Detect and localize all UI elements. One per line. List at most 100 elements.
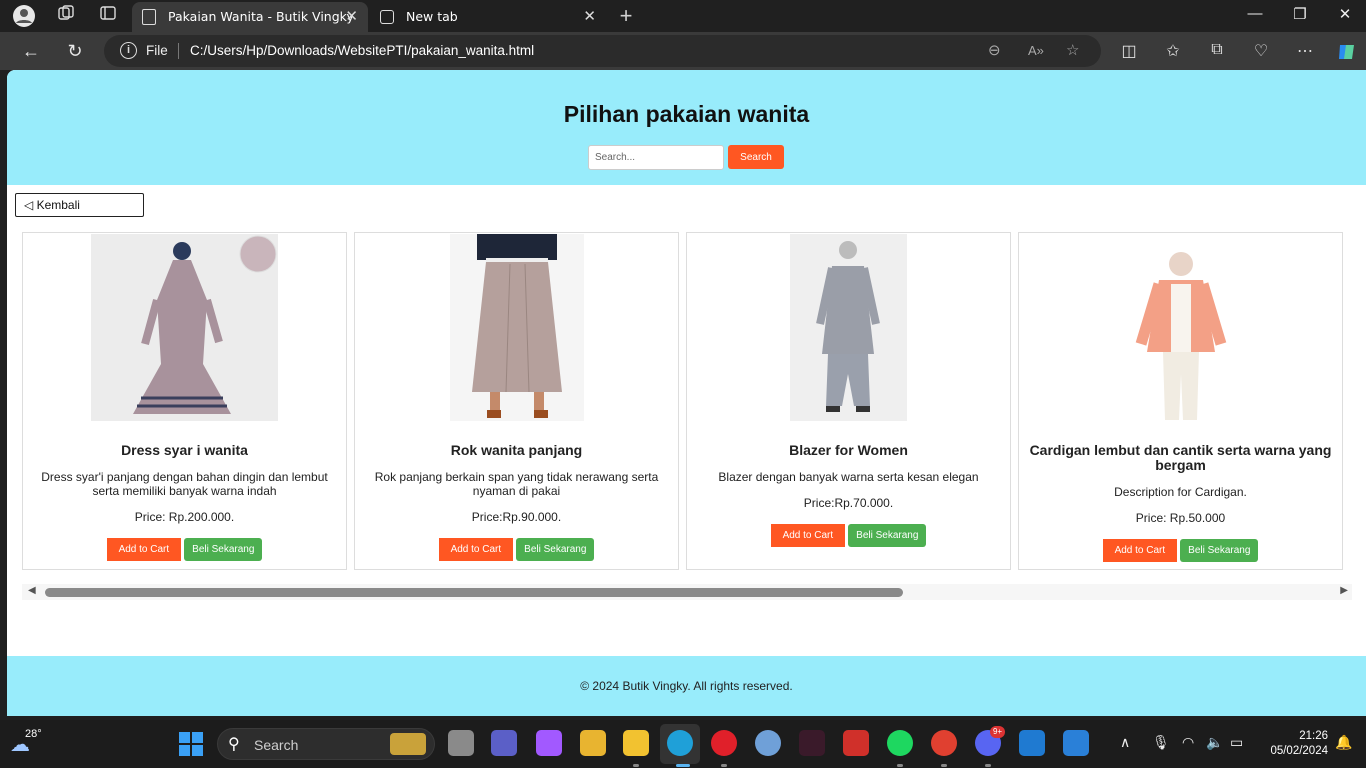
chevron-up-icon[interactable]: ∧ bbox=[1120, 734, 1130, 751]
performance-icon[interactable]: ♡ bbox=[1250, 41, 1272, 61]
product-name: Blazer for Women bbox=[789, 442, 908, 458]
refresh-icon[interactable]: ↻ bbox=[63, 39, 87, 63]
page-viewport: Pilihan pakaian wanita Search ◁ Kembali bbox=[7, 70, 1366, 716]
product-actions: Add to Cart Beli Sekarang bbox=[1019, 539, 1342, 562]
file-explorer-icon[interactable] bbox=[623, 730, 649, 756]
profile-icon[interactable] bbox=[12, 4, 36, 28]
product-description: Description for Cardigan. bbox=[1114, 485, 1247, 499]
buy-now-button[interactable]: Beli Sekarang bbox=[516, 538, 595, 561]
collections-icon[interactable]: ⧉ bbox=[1206, 41, 1228, 59]
favorites-icon[interactable]: ✩ bbox=[1162, 41, 1184, 61]
product-price: Price:Rp.70.000. bbox=[803, 496, 894, 510]
more-menu-icon[interactable]: ⋯ bbox=[1294, 41, 1316, 61]
tab-title: Pakaian Wanita - Butik Vingky bbox=[168, 9, 354, 24]
product-price: Price:Rp.90.000. bbox=[471, 510, 562, 524]
copilot-icon[interactable] bbox=[1336, 41, 1358, 68]
product-card: Dress syar i wanita Dress syar'i panjang… bbox=[22, 232, 347, 570]
page-title: Pilihan pakaian wanita bbox=[563, 101, 810, 127]
add-to-cart-button[interactable]: Add to Cart bbox=[438, 538, 514, 561]
product-list: Dress syar i wanita Dress syar'i panjang… bbox=[22, 232, 1352, 572]
divider bbox=[178, 43, 179, 59]
back-button[interactable]: ◁ Kembali bbox=[15, 193, 144, 217]
horizontal-scrollbar[interactable]: ◀ ▶ bbox=[22, 584, 1352, 600]
running-indicator bbox=[721, 764, 727, 767]
tab-pakaian-wanita[interactable]: Pakaian Wanita - Butik Vingky ✕ bbox=[132, 2, 368, 32]
restore-icon[interactable]: ❐ bbox=[1290, 5, 1310, 23]
page-header: Pilihan pakaian wanita Search bbox=[7, 70, 1366, 185]
favorite-star-icon[interactable]: ☆ bbox=[1066, 41, 1079, 59]
workspaces-icon[interactable] bbox=[54, 4, 78, 28]
opera-icon[interactable] bbox=[711, 730, 737, 756]
search-input[interactable] bbox=[588, 145, 724, 170]
tab-bar: Pakaian Wanita - Butik Vingky ✕ New tab … bbox=[0, 0, 1366, 32]
back-arrow-icon[interactable]: ← bbox=[19, 39, 43, 63]
product-image-skirt bbox=[450, 234, 584, 421]
new-tab-plus-icon[interactable]: + bbox=[614, 4, 638, 28]
clock-date: 05/02/2024 bbox=[1270, 745, 1328, 757]
wps-icon[interactable] bbox=[843, 730, 869, 756]
page-footer: © 2024 Butik Vingky. All rights reserved… bbox=[7, 656, 1366, 716]
wifi-icon[interactable]: ◠ bbox=[1182, 734, 1194, 751]
weather-temp: 28° bbox=[25, 728, 42, 740]
product-image-dress bbox=[91, 234, 278, 421]
taskbar: ☁ 28° ⚲ Search 9+ ∧ 🎙 ◠ 🔈 ▭ 21:26 05/02/… bbox=[0, 720, 1366, 768]
product-actions: Add to Cart Beli Sekarang bbox=[355, 538, 678, 561]
address-toolbar: ← ↻ i File C:/Users/Hp/Downloads/Website… bbox=[0, 32, 1366, 70]
clock[interactable]: 21:26 05/02/2024 bbox=[1262, 729, 1328, 759]
figma-icon[interactable] bbox=[536, 730, 562, 756]
photos-icon[interactable] bbox=[1063, 730, 1089, 756]
product-actions: Add to Cart Beli Sekarang bbox=[23, 538, 346, 561]
product-card: Cardigan lembut dan cantik serta warna y… bbox=[1018, 232, 1343, 570]
product-name: Dress syar i wanita bbox=[121, 442, 248, 458]
scroll-left-icon[interactable]: ◀ bbox=[28, 585, 36, 596]
add-to-cart-button[interactable]: Add to Cart bbox=[106, 538, 182, 561]
vscode-icon[interactable] bbox=[1019, 730, 1045, 756]
search-icon: ⚲ bbox=[228, 736, 240, 753]
split-screen-icon[interactable]: ◫ bbox=[1118, 41, 1140, 61]
store-icon[interactable] bbox=[580, 730, 606, 756]
microphone-icon[interactable]: 🎙 bbox=[1152, 734, 1170, 751]
volume-icon[interactable]: 🔈 bbox=[1206, 734, 1223, 751]
browser-window: Pakaian Wanita - Butik Vingky ✕ New tab … bbox=[0, 0, 1366, 768]
close-window-icon[interactable]: ✕ bbox=[1335, 5, 1355, 23]
add-to-cart-button[interactable]: Add to Cart bbox=[770, 524, 846, 547]
add-to-cart-button[interactable]: Add to Cart bbox=[1102, 539, 1178, 562]
clock-time: 21:26 bbox=[1299, 730, 1328, 742]
task-view-icon[interactable] bbox=[448, 730, 474, 756]
product-card: Rok wanita panjang Rok panjang berkain s… bbox=[354, 232, 679, 570]
minimize-icon[interactable]: — bbox=[1245, 5, 1265, 22]
buy-now-button[interactable]: Beli Sekarang bbox=[1180, 539, 1259, 562]
notification-bell-icon[interactable]: 🔔 bbox=[1335, 734, 1352, 751]
spotify-icon[interactable] bbox=[887, 730, 913, 756]
url-text[interactable]: C:/Users/Hp/Downloads/WebsitePTI/pakaian… bbox=[190, 43, 534, 58]
meet-icon[interactable] bbox=[491, 730, 517, 756]
search-button[interactable]: Search bbox=[728, 145, 784, 169]
edge-icon[interactable] bbox=[667, 730, 693, 756]
new-tab-icon bbox=[380, 10, 394, 24]
scrollbar-thumb[interactable] bbox=[45, 588, 903, 597]
taskbar-search[interactable]: ⚲ Search bbox=[217, 728, 435, 760]
close-tab-icon[interactable]: ✕ bbox=[345, 7, 358, 25]
vertical-tabs-icon[interactable] bbox=[96, 4, 120, 28]
info-icon[interactable]: i bbox=[120, 42, 137, 59]
battery-icon[interactable]: ▭ bbox=[1230, 734, 1243, 751]
scroll-right-icon[interactable]: ▶ bbox=[1340, 585, 1348, 596]
running-indicator bbox=[985, 764, 991, 767]
buy-now-button[interactable]: Beli Sekarang bbox=[848, 524, 927, 547]
read-aloud-icon[interactable]: A» bbox=[1028, 43, 1044, 58]
address-bar[interactable]: i File C:/Users/Hp/Downloads/WebsitePTI/… bbox=[104, 35, 1101, 67]
product-image-blazer bbox=[790, 234, 907, 421]
zoom-icon[interactable]: ⊖ bbox=[988, 41, 1001, 59]
taskbar-search-label: Search bbox=[254, 737, 299, 753]
app-icon[interactable] bbox=[755, 730, 781, 756]
running-indicator bbox=[633, 764, 639, 767]
buy-now-button[interactable]: Beli Sekarang bbox=[184, 538, 263, 561]
product-price: Price: Rp.50.000 bbox=[1135, 511, 1226, 525]
start-icon[interactable] bbox=[179, 732, 203, 756]
capcut-icon[interactable] bbox=[799, 730, 825, 756]
search-highlight-icon bbox=[390, 733, 426, 755]
close-tab-icon[interactable]: ✕ bbox=[583, 7, 596, 25]
product-name: Rok wanita panjang bbox=[450, 442, 583, 458]
chrome-icon[interactable] bbox=[931, 730, 957, 756]
tab-new-tab[interactable]: New tab ✕ bbox=[370, 2, 606, 32]
